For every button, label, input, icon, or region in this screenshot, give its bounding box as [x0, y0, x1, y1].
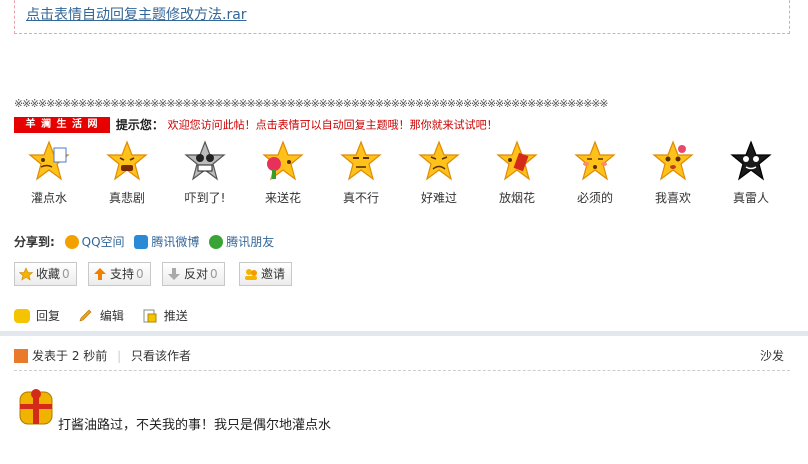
post-meta: 发表于 2 秒前 | 只看该作者	[14, 347, 191, 364]
post-content: 打酱油路过，不关我的事！我只是偶尔地灌点水	[58, 418, 332, 433]
author-icon	[14, 349, 28, 363]
emoticon-label: 我喜欢	[654, 191, 691, 205]
reply-action[interactable]: 回复	[14, 309, 60, 323]
emoticon-label: 好难过	[420, 191, 457, 205]
emoticon-label: 真雷人	[732, 191, 769, 205]
separator-line: ※※※※※※※※※※※※※※※※※※※※※※※※※※※※※※※※※※※※※※※※…	[14, 97, 608, 110]
push-action[interactable]: 推送	[142, 309, 188, 323]
sad-star-icon	[106, 140, 148, 181]
share-label: 分享到:	[14, 235, 55, 249]
push-icon	[143, 309, 157, 323]
love-star-icon	[652, 140, 694, 181]
meta-divider	[14, 370, 790, 371]
water-star-icon	[28, 140, 70, 181]
gift-bag-icon	[19, 389, 53, 425]
emoticon-label: 灌点水	[30, 191, 67, 205]
emoticon-water[interactable]: 灌点水	[14, 140, 84, 206]
posted-time: 发表于 2 秒前	[32, 349, 108, 363]
emoticon-like[interactable]: 我喜欢	[638, 140, 708, 206]
emoticon-firework[interactable]: 放烟花	[482, 140, 552, 206]
star-icon	[19, 267, 33, 281]
support-button[interactable]: 支持 0	[88, 262, 151, 286]
emoticon-label: 吓到了!	[184, 191, 226, 205]
share-row: 分享到: QQ空间 腾讯微博 腾讯朋友	[14, 233, 274, 250]
favorite-button[interactable]: 收藏 0	[14, 262, 77, 286]
hint-row: 羊 澜 生 活 网 提示您： 欢迎您访问此帖！点击表情可以自动回复主题哦！那你就…	[14, 116, 498, 133]
site-banner-logo: 羊 澜 生 活 网	[14, 116, 110, 133]
edit-action[interactable]: 编辑	[78, 309, 124, 323]
emoticon-shocking[interactable]: 真雷人	[716, 140, 786, 206]
blush-star-icon	[574, 140, 616, 181]
emoticon-flower[interactable]: 来送花	[248, 140, 318, 206]
only-author-link[interactable]: 只看该作者	[131, 349, 191, 363]
post-actions: 回复 编辑 推送	[14, 307, 202, 324]
black-star-icon	[730, 140, 772, 181]
share-tencent-friends-link[interactable]: 腾讯朋友	[209, 235, 274, 249]
tencent-weibo-icon	[134, 235, 149, 249]
floor-label: 沙发	[759, 349, 784, 363]
emoticon-tragedy[interactable]: 真悲剧	[92, 140, 162, 206]
emoticon-no-good[interactable]: 真不行	[326, 140, 396, 206]
pencil-icon	[79, 309, 92, 322]
oppose-button[interactable]: 反对 0	[162, 262, 225, 286]
unhappy-star-icon	[340, 140, 382, 181]
share-qzone-link[interactable]: QQ空间	[64, 235, 129, 249]
emoticon-label: 必须的	[576, 191, 613, 205]
qzone-icon	[64, 235, 79, 249]
arrow-up-icon	[94, 268, 106, 280]
share-tencent-weibo-link[interactable]: 腾讯微博	[134, 235, 203, 249]
hint-text: 欢迎您访问此帖！点击表情可以自动回复主题哦！那你就来试试吧！	[167, 118, 498, 132]
arrow-down-icon	[168, 268, 180, 280]
emoticon-scared[interactable]: 吓到了!	[170, 140, 240, 206]
firework-star-icon	[496, 140, 538, 181]
emoticon-label: 真不行	[342, 191, 379, 205]
post-divider	[0, 331, 808, 336]
emoticon-sad[interactable]: 好难过	[404, 140, 474, 206]
skull-star-icon	[184, 140, 226, 181]
hint-label: 提示您：	[115, 118, 164, 132]
reply-icon	[14, 309, 30, 323]
emoticon-label: 来送花	[264, 191, 301, 205]
sorrow-star-icon	[418, 140, 460, 181]
emoticon-must[interactable]: 必须的	[560, 140, 630, 206]
emoticon-label: 真悲剧	[108, 191, 145, 205]
flower-star-icon	[262, 140, 304, 181]
users-icon	[245, 269, 257, 280]
clover-icon	[209, 235, 224, 249]
attachment-link[interactable]: 点击表情自动回复主题修改方法.rar	[26, 4, 247, 24]
meta-separator: |	[117, 349, 122, 363]
emoticon-label: 放烟花	[498, 191, 535, 205]
invite-button[interactable]: 邀请	[239, 262, 293, 286]
